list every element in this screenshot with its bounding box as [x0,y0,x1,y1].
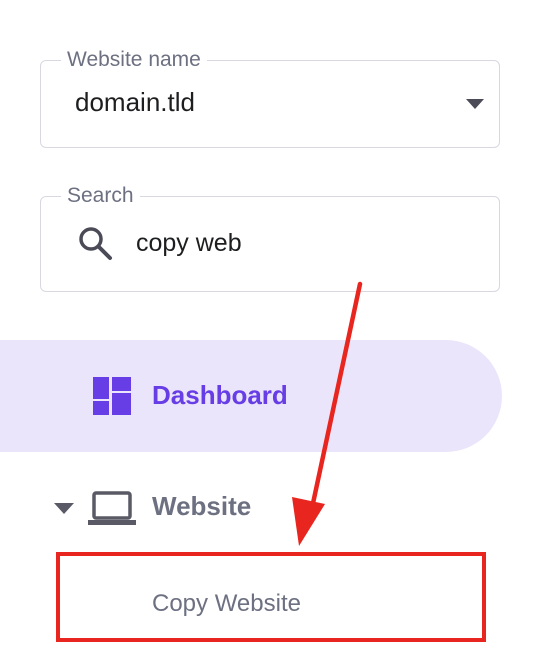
dashboard-icon [93,377,131,415]
chevron-down-icon[interactable] [466,99,484,109]
search-icon [79,227,112,260]
website-name-value: domain.tld [75,87,195,117]
search-label: Search [61,183,140,209]
copy-website-label: Copy Website [152,590,301,617]
caret-down-icon[interactable] [54,503,74,514]
sidebar-item-label-dashboard: Dashboard [152,380,288,410]
laptop-icon [88,491,136,525]
sidebar-item-label-website[interactable]: Website [152,491,251,522]
website-name-select[interactable]: Website name domain.tld [40,47,500,148]
website-name-label: Website name [61,47,207,73]
search-field[interactable]: Search copy web [40,183,500,292]
sidebar-subitem-copy-website[interactable]: Copy Website [56,552,486,642]
search-input[interactable]: copy web [136,229,242,258]
